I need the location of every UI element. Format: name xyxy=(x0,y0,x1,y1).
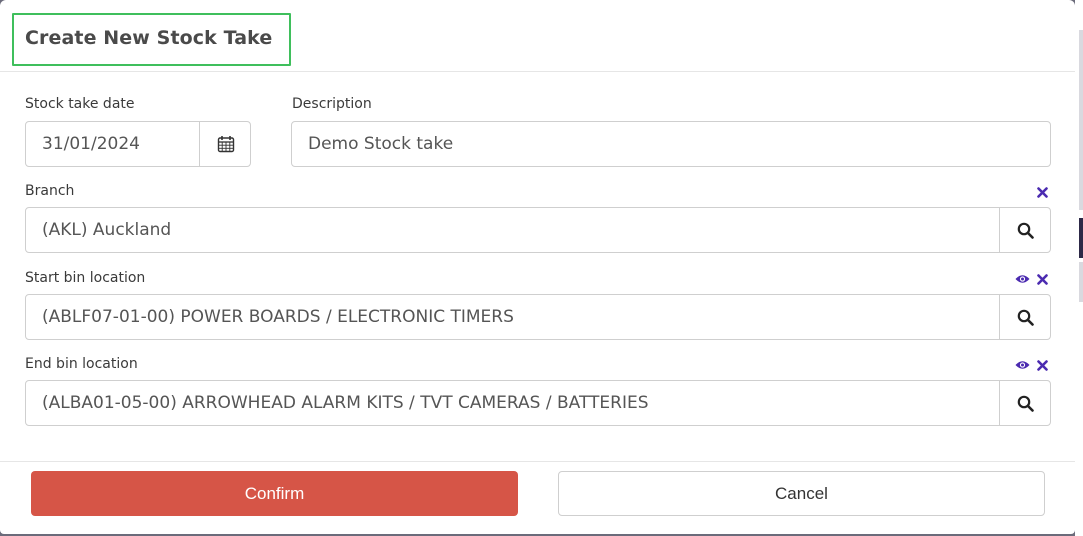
stock-take-date-label: Stock take date xyxy=(25,96,135,112)
eye-icon xyxy=(1015,275,1029,283)
description-label: Description xyxy=(292,96,372,112)
search-icon xyxy=(1017,395,1034,412)
stock-take-date-value: 31/01/2024 xyxy=(42,134,140,154)
search-icon xyxy=(1017,309,1034,326)
search-icon xyxy=(1017,222,1034,239)
background-strip xyxy=(1079,262,1083,302)
branch-clear-button[interactable] xyxy=(1035,185,1049,199)
end-bin-search-button[interactable] xyxy=(999,381,1051,425)
end-bin-location-label: End bin location xyxy=(25,356,138,372)
dialog-title: Create New Stock Take xyxy=(25,27,273,49)
confirm-button[interactable]: Confirm xyxy=(31,471,518,516)
branch-value: (AKL) Auckland xyxy=(42,220,172,240)
cancel-button[interactable]: Cancel xyxy=(558,471,1045,516)
end-bin-location-value: (ALBA01-05-00) ARROWHEAD ALARM KITS / TV… xyxy=(42,393,649,413)
branch-label: Branch xyxy=(25,183,75,199)
eye-icon xyxy=(1015,361,1029,369)
stock-take-date-field[interactable]: 31/01/2024 xyxy=(25,121,251,167)
start-bin-location-field[interactable]: (ABLF07-01-00) POWER BOARDS / ELECTRONIC… xyxy=(25,294,1051,340)
end-bin-location-field[interactable]: (ALBA01-05-00) ARROWHEAD ALARM KITS / TV… xyxy=(25,380,1051,426)
start-bin-location-label: Start bin location xyxy=(25,270,146,286)
dialog-header: Create New Stock Take xyxy=(0,0,1075,72)
branch-search-button[interactable] xyxy=(999,208,1051,252)
start-bin-view-button[interactable] xyxy=(1014,272,1030,286)
calendar-icon xyxy=(217,136,234,153)
clear-icon xyxy=(1036,273,1048,285)
background-strip xyxy=(1079,218,1083,258)
end-bin-clear-button[interactable] xyxy=(1035,358,1049,372)
description-value: Demo Stock take xyxy=(308,134,454,154)
calendar-button[interactable] xyxy=(199,122,251,166)
background-strip xyxy=(1079,30,1083,210)
create-stock-take-dialog: Create New Stock Take Stock take date 31… xyxy=(0,0,1075,534)
start-bin-clear-button[interactable] xyxy=(1035,272,1049,286)
start-bin-location-value: (ABLF07-01-00) POWER BOARDS / ELECTRONIC… xyxy=(42,307,514,327)
end-bin-view-button[interactable] xyxy=(1014,358,1030,372)
clear-icon xyxy=(1036,359,1048,371)
description-field[interactable]: Demo Stock take xyxy=(291,121,1051,167)
branch-field[interactable]: (AKL) Auckland xyxy=(25,207,1051,253)
footer-divider xyxy=(0,461,1075,462)
background-page-edge xyxy=(1075,0,1083,536)
start-bin-search-button[interactable] xyxy=(999,295,1051,339)
clear-icon xyxy=(1036,186,1048,198)
